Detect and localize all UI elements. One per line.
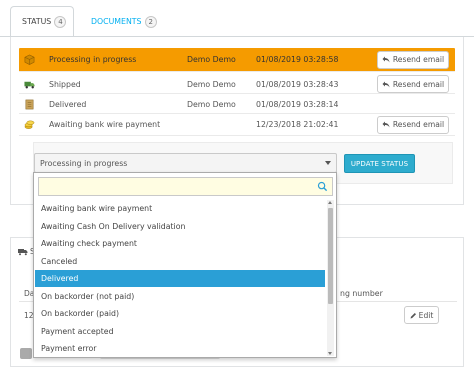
history-row: Processing in progress Demo Demo 01/08/2… <box>19 48 455 72</box>
edit-shipping-label: Edit <box>418 310 434 320</box>
resend-email-label: Resend email <box>392 55 445 64</box>
scroll-up-icon[interactable] <box>328 201 332 204</box>
history-row: Shipped Demo Demo 01/08/2019 03:28:43 Re… <box>19 75 455 94</box>
history-employee: Demo Demo <box>187 99 236 109</box>
history-status: Awaiting bank wire payment <box>49 120 161 129</box>
tab-status[interactable]: STATUS 4 <box>10 6 74 37</box>
tab-documents-label: DOCUMENTS <box>91 17 142 26</box>
scroll-down-icon[interactable] <box>328 352 332 355</box>
pencil-icon <box>410 312 416 318</box>
tab-status-count: 4 <box>54 15 67 28</box>
dropdown-option[interactable]: Canceled <box>35 253 325 270</box>
history-status: Shipped <box>49 79 81 89</box>
history-status: Processing in progress <box>49 55 137 64</box>
history-date: 01/08/2019 03:28:58 <box>256 55 339 64</box>
dropdown-option[interactable]: Awaiting bank wire payment <box>35 200 325 217</box>
tab-documents[interactable]: DOCUMENTS 2 <box>80 6 158 37</box>
order-tabs: STATUS 4 DOCUMENTS 2 <box>0 0 474 37</box>
dropdown-search-input[interactable] <box>38 177 333 196</box>
order-status-selected: Processing in progress <box>40 158 128 168</box>
history-date: 01/08/2019 03:28:14 <box>256 99 339 109</box>
update-status-label: UPDATE STATUS <box>350 159 409 168</box>
tab-status-label: STATUS <box>22 17 52 26</box>
resend-email-label: Resend email <box>392 120 445 129</box>
tab-documents-count: 2 <box>144 15 157 28</box>
history-status: Delivered <box>49 99 87 109</box>
resend-email-label: Resend email <box>392 79 445 89</box>
reply-icon <box>382 56 390 63</box>
reply-icon <box>382 121 390 128</box>
dropdown-option[interactable]: On backorder (paid) <box>35 305 325 322</box>
dropdown-scroll-thumb[interactable] <box>328 208 333 304</box>
dropdown-option-highlighted[interactable]: Delivered <box>35 270 325 287</box>
history-date: 01/08/2019 03:28:43 <box>256 79 339 89</box>
truck-icon <box>24 81 35 88</box>
history-employee: Demo Demo <box>187 55 236 64</box>
dropdown-option[interactable]: Awaiting check payment <box>35 235 325 252</box>
edit-shipping-button[interactable]: Edit <box>404 306 439 324</box>
history-row: Delivered Demo Demo 01/08/2019 03:28:14 <box>19 95 455 114</box>
dropdown-option[interactable]: Payment error <box>35 340 325 357</box>
box-icon <box>25 99 34 109</box>
order-status-select[interactable]: Processing in progress <box>34 153 337 173</box>
resend-email-button[interactable]: Resend email <box>377 50 449 69</box>
status-dropdown: Awaiting bank wire payment Awaiting Cash… <box>33 172 337 358</box>
truck-icon <box>18 248 28 255</box>
history-employee: Demo Demo <box>187 79 236 89</box>
dropdown-option[interactable]: On backorder (not paid) <box>35 288 325 305</box>
package-icon <box>24 54 35 65</box>
history-row: Awaiting bank wire payment 12/23/2018 21… <box>19 114 455 136</box>
history-date: 12/23/2018 21:02:41 <box>256 120 339 129</box>
shipping-control-button[interactable] <box>20 348 32 359</box>
dropdown-scrollbar[interactable] <box>327 200 334 356</box>
update-status-button[interactable]: UPDATE STATUS <box>344 154 415 173</box>
dropdown-option[interactable]: Awaiting Cash On Delivery validation <box>35 218 325 235</box>
resend-email-button[interactable]: Resend email <box>377 75 449 93</box>
dropdown-option[interactable]: Payment accepted <box>35 323 325 340</box>
coins-icon <box>24 120 35 129</box>
caret-down-icon <box>325 161 331 165</box>
reply-icon <box>382 81 390 87</box>
search-icon <box>317 181 328 192</box>
resend-email-button[interactable]: Resend email <box>377 115 449 134</box>
shipping-column-tracking: ng number <box>340 289 383 298</box>
